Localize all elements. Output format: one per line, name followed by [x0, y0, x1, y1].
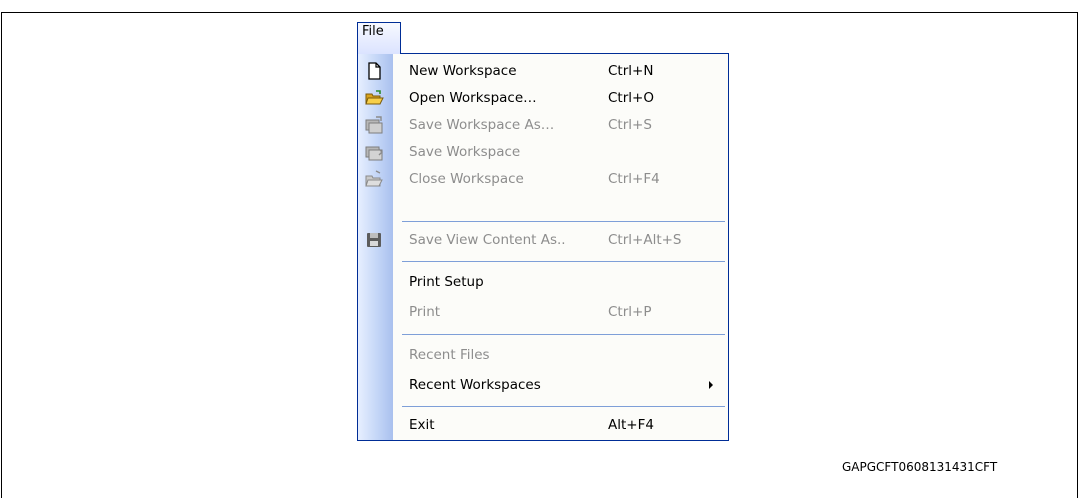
save-workspace-icon: [364, 142, 384, 162]
save-workspace-as-icon: [364, 115, 384, 135]
menu-item-recent-workspaces[interactable]: Recent Workspaces: [358, 372, 728, 398]
menu-item-save-view-content-as[interactable]: Save View Content As.. Ctrl+Alt+S: [358, 227, 728, 253]
menu-item-open-workspace[interactable]: Open Workspace… Ctrl+O: [358, 85, 728, 111]
menu-item-save-workspace[interactable]: Save Workspace: [358, 139, 728, 165]
menu-item-recent-files[interactable]: Recent Files: [358, 342, 728, 368]
submenu-arrow-icon: [709, 381, 713, 389]
menu-item-save-workspace-as[interactable]: Save Workspace As… Ctrl+S: [358, 112, 728, 138]
open-folder-icon: [364, 88, 384, 108]
menu-separator: [402, 221, 725, 222]
figure-id: GAPGCFT0608131431CFT: [842, 460, 998, 474]
close-workspace-icon: [364, 169, 384, 189]
floppy-disk-icon: [364, 230, 384, 250]
menu-item-print-setup[interactable]: Print Setup: [358, 269, 728, 295]
figure-title-fragment: [380, 0, 780, 10]
file-menu-label: File: [362, 24, 384, 39]
menu-item-exit[interactable]: Exit Alt+F4: [358, 412, 728, 438]
menu-separator: [402, 334, 725, 335]
menu-item-new-workspace[interactable]: New Workspace Ctrl+N: [358, 58, 728, 84]
menu-item-close-workspace[interactable]: Close Workspace Ctrl+F4: [358, 166, 728, 192]
new-document-icon: [364, 61, 384, 81]
menu-separator: [402, 406, 725, 407]
menu-separator: [402, 261, 725, 262]
file-menu-button[interactable]: File: [357, 22, 401, 54]
menu-item-print[interactable]: Print Ctrl+P: [358, 299, 728, 325]
file-dropdown-menu: New Workspace Ctrl+N Open Workspace… Ctr…: [357, 53, 729, 441]
